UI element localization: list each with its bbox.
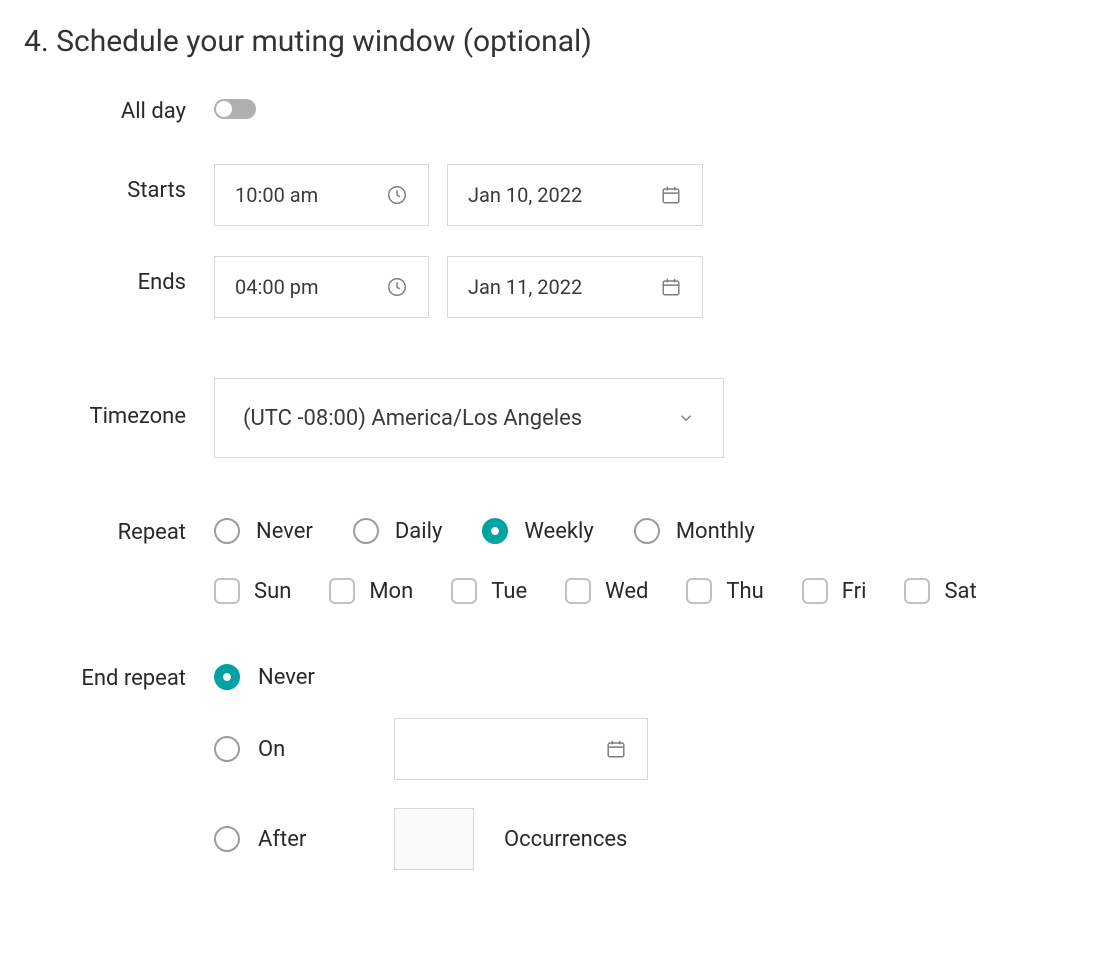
day-label: Wed — [605, 579, 648, 604]
occurrences-label: Occurrences — [504, 827, 627, 852]
checkbox-icon — [904, 578, 930, 604]
repeat-option-daily[interactable]: Daily — [353, 518, 443, 544]
day-option-sun[interactable]: Sun — [214, 578, 291, 604]
label-repeat: Repeat — [24, 518, 214, 545]
ends-date-input[interactable]: Jan 11, 2022 — [447, 256, 703, 318]
chevron-down-icon — [677, 409, 695, 427]
end-repeat-on-date-input[interactable] — [394, 718, 648, 780]
repeat-option-monthly[interactable]: Monthly — [634, 518, 755, 544]
timezone-select[interactable]: (UTC -08:00) America/Los Angeles — [214, 378, 724, 458]
starts-time-value: 10:00 am — [235, 183, 318, 207]
clock-icon — [386, 184, 408, 206]
day-option-tue[interactable]: Tue — [451, 578, 527, 604]
checkbox-icon — [451, 578, 477, 604]
clock-icon — [386, 276, 408, 298]
day-label: Tue — [491, 579, 527, 604]
repeat-option-never[interactable]: Never — [214, 518, 313, 544]
label-all-day: All day — [24, 99, 214, 124]
toggle-knob — [216, 101, 232, 117]
calendar-icon — [660, 276, 682, 298]
label-ends: Ends — [24, 256, 214, 295]
ends-time-input[interactable]: 04:00 pm — [214, 256, 429, 318]
all-day-toggle[interactable] — [214, 99, 256, 119]
end-repeat-label: After — [258, 827, 318, 852]
repeat-option-label: Daily — [395, 519, 443, 544]
section-heading: 4. Schedule your muting window (optional… — [24, 24, 1086, 59]
day-label: Thu — [726, 579, 763, 604]
row-repeat: Repeat Never Daily Weekly Monthly — [24, 518, 1086, 604]
radio-icon — [214, 736, 240, 762]
end-repeat-after-count-input[interactable] — [394, 808, 474, 870]
day-label: Sun — [254, 579, 291, 604]
label-starts: Starts — [24, 164, 214, 203]
end-repeat-option-on[interactable]: On — [214, 718, 1086, 780]
checkbox-icon — [686, 578, 712, 604]
row-end-repeat: End repeat Never On After Occurrences — [24, 664, 1086, 870]
end-repeat-option-after[interactable]: After Occurrences — [214, 808, 1086, 870]
repeat-option-weekly[interactable]: Weekly — [482, 518, 593, 544]
row-all-day: All day — [24, 99, 1086, 124]
repeat-option-label: Monthly — [676, 519, 755, 544]
day-option-thu[interactable]: Thu — [686, 578, 763, 604]
calendar-icon — [605, 738, 627, 760]
end-repeat-label: On — [258, 737, 318, 762]
starts-time-input[interactable]: 10:00 am — [214, 164, 429, 226]
row-starts: Starts 10:00 am Jan 10, 2022 — [24, 164, 1086, 226]
radio-icon — [634, 518, 660, 544]
end-repeat-label: Never — [258, 665, 315, 690]
repeat-option-label: Never — [256, 519, 313, 544]
label-timezone: Timezone — [24, 378, 214, 429]
day-label: Fri — [842, 579, 867, 604]
row-timezone: Timezone (UTC -08:00) America/Los Angele… — [24, 378, 1086, 458]
day-label: Mon — [369, 579, 413, 604]
checkbox-icon — [565, 578, 591, 604]
row-ends: Ends 04:00 pm Jan 11, 2022 — [24, 256, 1086, 318]
day-option-mon[interactable]: Mon — [329, 578, 413, 604]
radio-icon — [214, 664, 240, 690]
checkbox-icon — [329, 578, 355, 604]
radio-icon — [482, 518, 508, 544]
ends-time-value: 04:00 pm — [235, 275, 319, 299]
starts-date-input[interactable]: Jan 10, 2022 — [447, 164, 703, 226]
day-option-sat[interactable]: Sat — [904, 578, 976, 604]
radio-icon — [353, 518, 379, 544]
repeat-days-group: Sun Mon Tue Wed Thu Fri — [214, 578, 977, 604]
starts-date-value: Jan 10, 2022 — [468, 183, 582, 207]
day-option-wed[interactable]: Wed — [565, 578, 648, 604]
calendar-icon — [660, 184, 682, 206]
end-repeat-option-never[interactable]: Never — [214, 664, 1086, 690]
day-option-fri[interactable]: Fri — [802, 578, 867, 604]
day-label: Sat — [944, 579, 976, 604]
ends-date-value: Jan 11, 2022 — [468, 275, 582, 299]
label-end-repeat: End repeat — [24, 664, 214, 691]
radio-icon — [214, 826, 240, 852]
checkbox-icon — [214, 578, 240, 604]
repeat-radio-group: Never Daily Weekly Monthly — [214, 518, 755, 544]
checkbox-icon — [802, 578, 828, 604]
repeat-option-label: Weekly — [524, 519, 593, 544]
timezone-value: (UTC -08:00) America/Los Angeles — [243, 406, 582, 431]
radio-icon — [214, 518, 240, 544]
